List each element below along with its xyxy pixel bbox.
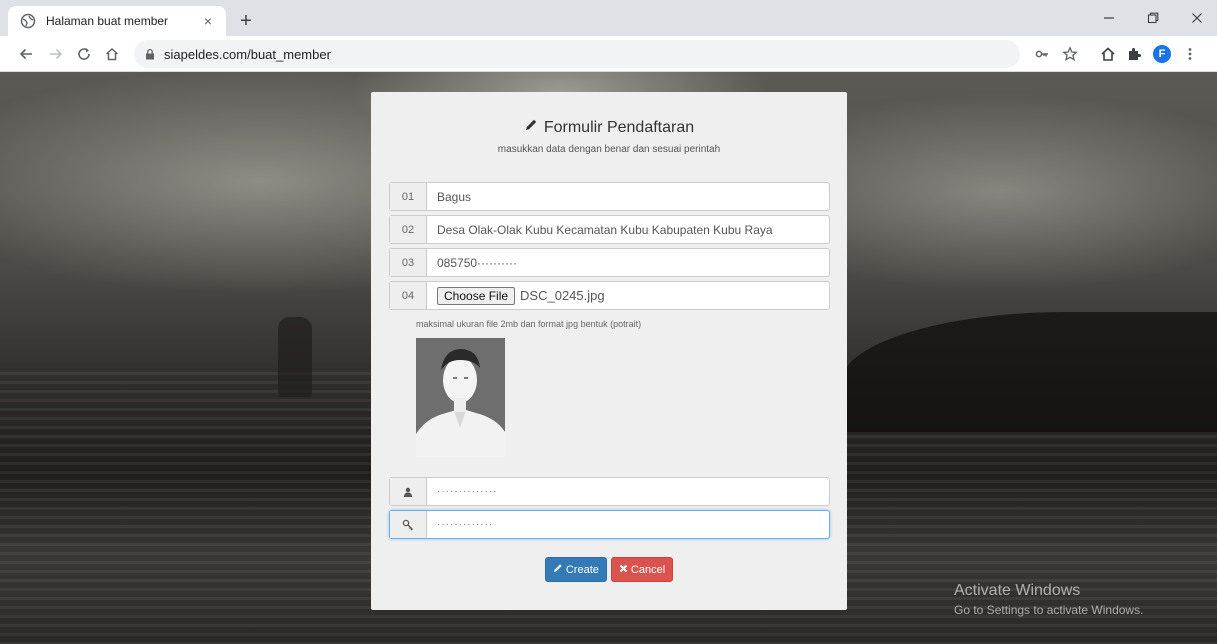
menu-dots-icon[interactable] <box>1178 42 1202 66</box>
address-input[interactable]: Desa Olak-Olak Kubu Kecamatan Kubu Kabup… <box>427 216 829 243</box>
tab-title: Halaman buat member <box>46 14 169 28</box>
phone-input[interactable]: 085750·········· <box>427 249 829 276</box>
field-number: 01 <box>390 183 427 210</box>
close-icon <box>619 564 628 576</box>
watermark-subtitle: Go to Settings to activate Windows. <box>954 603 1144 617</box>
new-tab-button[interactable]: + <box>234 9 258 33</box>
watermark-title: Activate Windows <box>954 582 1081 599</box>
home-icon[interactable] <box>100 42 124 66</box>
restore-icon[interactable] <box>1138 6 1168 30</box>
extensions-icon[interactable] <box>1122 42 1146 66</box>
profile-avatar[interactable]: F <box>1150 42 1174 66</box>
form-title: Formulir Pendaftaran <box>524 118 694 137</box>
form-subtitle: masukkan data dengan benar dan sesuai pe… <box>497 144 721 155</box>
phone-field-group: 03 085750·········· <box>389 248 830 277</box>
cancel-button[interactable]: Cancel <box>610 557 674 582</box>
lock-icon[interactable] <box>144 48 156 60</box>
user-icon <box>390 478 427 505</box>
username-field-group: ·············· <box>389 477 830 506</box>
name-field-group: 01 Bagus <box>389 182 830 211</box>
field-number: 04 <box>390 282 427 309</box>
reload-icon[interactable] <box>72 42 96 66</box>
globe-icon <box>20 13 36 29</box>
close-window-icon[interactable] <box>1182 6 1212 30</box>
upload-hint: maksimal ukuran file 2mb dan format jpg … <box>416 319 642 329</box>
photo-file-input[interactable]: Choose File DSC_0245.jpg <box>427 282 829 309</box>
address-bar[interactable]: siapeldes.com/buat_member <box>134 40 1020 68</box>
photo-field-group: 04 Choose File DSC_0245.jpg <box>389 281 830 310</box>
create-label: Create <box>565 563 599 576</box>
form-actions: Create Cancel <box>371 557 847 582</box>
background-hill <box>840 312 1217 432</box>
cancel-label: Cancel <box>630 563 666 576</box>
browser-toolbar: siapeldes.com/buat_member F <box>0 36 1217 72</box>
minimize-icon[interactable] <box>1094 6 1124 30</box>
username-input[interactable]: ·············· <box>427 478 829 505</box>
forward-arrow-icon[interactable] <box>44 42 68 66</box>
tab-strip: Halaman buat member × + <box>0 0 1217 36</box>
url-text: siapeldes.com/buat_member <box>164 46 331 62</box>
field-number: 03 <box>390 249 427 276</box>
name-input[interactable]: Bagus <box>427 183 829 210</box>
field-number: 02 <box>390 216 427 243</box>
password-field-group: ············· <box>389 510 830 539</box>
file-name: DSC_0245.jpg <box>520 288 605 303</box>
choose-file-button[interactable]: Choose File <box>437 286 516 305</box>
back-arrow-icon[interactable] <box>14 42 38 66</box>
address-field-group: 02 Desa Olak-Olak Kubu Kecamatan Kubu Ka… <box>389 215 830 244</box>
home-outline-icon[interactable] <box>1096 42 1120 66</box>
create-button[interactable]: Create <box>544 557 607 582</box>
close-tab-icon[interactable]: × <box>200 13 216 29</box>
windows-activation-watermark: Activate Windows Go to Settings to activ… <box>954 582 1143 617</box>
password-input[interactable]: ············· <box>427 511 829 538</box>
pencil-icon <box>553 563 563 576</box>
registration-card: Formulir Pendaftaran masukkan data denga… <box>371 92 847 610</box>
key-icon <box>390 511 427 538</box>
background-figure <box>278 317 312 397</box>
browser-tab[interactable]: Halaman buat member × <box>8 6 226 36</box>
page-background: Formulir Pendaftaran masukkan data denga… <box>0 72 1217 644</box>
star-icon[interactable] <box>1058 42 1082 66</box>
photo-preview <box>416 338 505 457</box>
key-icon[interactable] <box>1030 42 1054 66</box>
form-title-text: Formulir Pendaftaran <box>543 118 695 136</box>
profile-initial: F <box>1153 45 1171 63</box>
pencil-icon <box>524 118 538 137</box>
